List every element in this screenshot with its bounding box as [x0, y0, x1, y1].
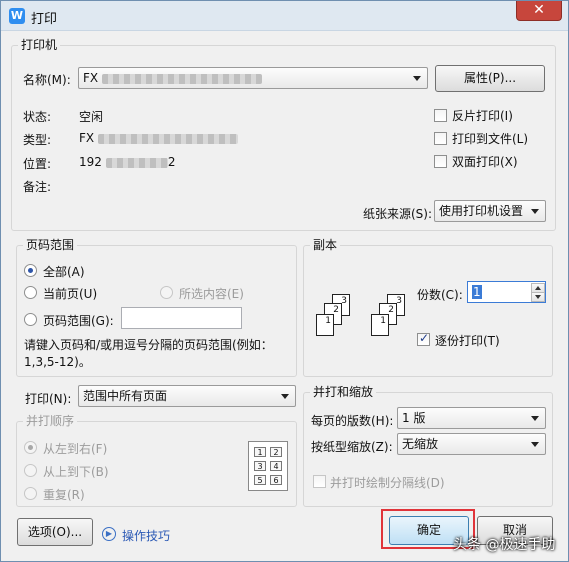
chevron-down-icon	[531, 442, 539, 447]
print-value: 范围中所有页面	[83, 389, 168, 403]
draw-separator-label[interactable]: 并打时绘制分隔线(D)	[330, 474, 445, 491]
repeat-label[interactable]: 重复(R)	[43, 486, 85, 503]
printer-group-title: 打印机	[18, 38, 61, 52]
printer-name-select[interactable]: FX	[78, 67, 428, 89]
pages-per-sheet-select[interactable]: 1 版	[397, 407, 546, 429]
pages-per-sheet-value: 1 版	[402, 411, 426, 425]
copies-count-value: 1	[472, 285, 482, 299]
type-value-row: FX	[79, 131, 239, 145]
order-preview: 1 2 3 4 5 6	[248, 441, 288, 491]
current-page-label[interactable]: 当前页(U)	[43, 285, 97, 302]
copy-page-icon-1b: 1	[371, 314, 389, 336]
selection-radio[interactable]	[160, 286, 173, 299]
order-cell-1: 1	[254, 447, 266, 457]
paper-source-label: 纸张来源(S):	[363, 207, 433, 221]
watermark-text: 头条 @极速手助	[453, 537, 556, 553]
chevron-down-icon	[281, 394, 289, 399]
collate-label[interactable]: 逐份打印(T)	[435, 332, 500, 349]
print-dialog: W 打印 ✕ 打印机 名称(M): FX 属性(P)... 状态: 空闲 类型:…	[0, 0, 569, 562]
print-to-file-label[interactable]: 打印到文件(L)	[452, 130, 528, 147]
print-to-file-checkbox[interactable]	[434, 132, 447, 145]
order-cell-4: 4	[270, 461, 282, 471]
close-button[interactable]: ✕	[516, 1, 562, 21]
chevron-down-icon	[535, 295, 541, 299]
wps-app-icon: W	[9, 8, 25, 24]
chevron-up-icon	[535, 286, 541, 290]
paper-source-value: 使用打印机设置	[439, 204, 524, 218]
draw-separator-checkbox[interactable]	[313, 475, 326, 488]
page-range-label[interactable]: 页码范围(G):	[43, 312, 114, 329]
print-select[interactable]: 范围中所有页面	[78, 385, 296, 407]
copies-count-label: 份数(C):	[417, 288, 463, 302]
duplex-print-label[interactable]: 双面打印(X)	[452, 153, 518, 170]
type-value: FX	[79, 131, 95, 145]
location-value-prefix: 192	[79, 155, 102, 169]
print-label: 打印(N):	[25, 392, 72, 406]
redacted-type	[98, 133, 239, 144]
page-range-group-title: 页码范围	[23, 238, 78, 252]
order-cell-5: 5	[254, 475, 266, 485]
redacted-printer-name	[102, 73, 263, 84]
zoom-group-title: 并打和缩放	[310, 385, 377, 399]
left-to-right-label[interactable]: 从左到右(F)	[43, 440, 107, 457]
properties-button[interactable]: 属性(P)...	[435, 65, 545, 92]
order-cell-6: 6	[270, 475, 282, 485]
chevron-down-icon	[413, 76, 421, 81]
page-range-input[interactable]	[121, 307, 242, 329]
scale-label: 按纸型缩放(Z):	[311, 440, 393, 454]
title-bar[interactable]: W 打印 ✕	[1, 1, 568, 31]
scale-select[interactable]: 无缩放	[397, 433, 546, 455]
pages-per-sheet-label: 每页的版数(H):	[311, 414, 394, 428]
play-circle-icon[interactable]: ▶	[102, 527, 116, 541]
reverse-print-label[interactable]: 反片打印(I)	[452, 107, 513, 124]
collate-checkbox[interactable]	[417, 331, 430, 346]
current-page-radio[interactable]	[24, 286, 37, 299]
copy-page-icon-1: 1	[316, 314, 334, 336]
options-button[interactable]: 选项(O)...	[17, 518, 93, 546]
all-pages-label[interactable]: 全部(A)	[43, 263, 85, 280]
tips-link[interactable]: 操作技巧	[122, 527, 170, 544]
page-range-radio[interactable]	[24, 313, 37, 326]
repeat-radio[interactable]	[24, 487, 37, 500]
all-pages-radio[interactable]	[24, 264, 37, 277]
duplex-print-checkbox[interactable]	[434, 155, 447, 168]
scale-value: 无缩放	[402, 437, 439, 451]
type-label: 类型:	[23, 133, 52, 147]
location-value-row: 192 2	[79, 155, 176, 169]
page-range-hint: 请键入页码和/或用逗号分隔的页码范围(例如：1,3,5-12)。	[24, 338, 273, 369]
comment-label: 备注:	[23, 180, 52, 194]
paper-source-select[interactable]: 使用打印机设置	[434, 200, 546, 222]
order-cell-2: 2	[270, 447, 282, 457]
order-group-title: 并打顺序	[23, 414, 78, 428]
status-label: 状态:	[23, 110, 52, 124]
top-to-bottom-radio[interactable]	[24, 464, 37, 477]
location-value-suffix: 2	[167, 155, 176, 169]
order-cell-3: 3	[254, 461, 266, 471]
redacted-location	[105, 157, 168, 168]
copies-group-title: 副本	[310, 238, 341, 252]
chevron-down-icon	[531, 209, 539, 214]
reverse-print-checkbox[interactable]	[434, 109, 447, 122]
printer-name-value: FX	[83, 71, 99, 85]
selection-label[interactable]: 所选内容(E)	[179, 285, 244, 302]
printer-name-label: 名称(M):	[23, 73, 71, 87]
location-label: 位置:	[23, 157, 52, 171]
chevron-down-icon	[531, 416, 539, 421]
status-value: 空闲	[79, 110, 104, 124]
copies-spin-down[interactable]	[531, 292, 545, 302]
window-title: 打印	[31, 12, 58, 27]
top-to-bottom-label[interactable]: 从上到下(B)	[43, 463, 109, 480]
left-to-right-radio[interactable]	[24, 441, 37, 454]
